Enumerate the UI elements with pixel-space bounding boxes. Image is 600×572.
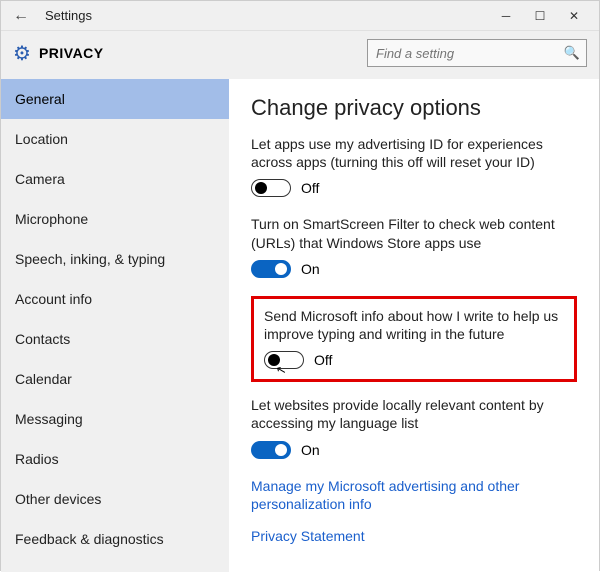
search-icon: 🔍 <box>564 45 580 61</box>
toggle-switch[interactable] <box>251 441 291 459</box>
content-pane: Change privacy options Let apps use my a… <box>229 79 599 572</box>
toggle-switch[interactable] <box>251 179 291 197</box>
highlighted-option: Send Microsoft info about how I write to… <box>251 296 577 382</box>
section-header: ⚙ PRIVACY 🔍 <box>1 31 599 79</box>
link-privacy-statement[interactable]: Privacy Statement <box>251 527 577 545</box>
back-arrow-icon[interactable]: ← <box>9 7 33 25</box>
titlebar: ← Settings ─ ☐ ✕ <box>1 1 599 31</box>
sidebar-item-account-info[interactable]: Account info <box>1 279 229 319</box>
sidebar-item-microphone[interactable]: Microphone <box>1 199 229 239</box>
sidebar-item-camera[interactable]: Camera <box>1 159 229 199</box>
option-description: Send Microsoft info about how I write to… <box>264 307 564 343</box>
sidebar-item-general[interactable]: General <box>1 79 229 119</box>
sidebar-item-radios[interactable]: Radios <box>1 439 229 479</box>
close-button[interactable]: ✕ <box>557 5 591 27</box>
option-description: Let apps use my advertising ID for exper… <box>251 135 577 171</box>
toggle-knob <box>275 263 287 275</box>
privacy-option: Turn on SmartScreen Filter to check web … <box>251 215 577 277</box>
toggle-state-label: On <box>301 442 320 458</box>
search-box[interactable]: 🔍 <box>367 39 587 67</box>
option-description: Let websites provide locally relevant co… <box>251 396 577 432</box>
window-controls: ─ ☐ ✕ <box>489 5 591 27</box>
toggle-switch[interactable] <box>251 260 291 278</box>
sidebar-item-feedback-diagnostics[interactable]: Feedback & diagnostics <box>1 519 229 559</box>
toggle-row: Off <box>264 351 564 369</box>
sidebar: GeneralLocationCameraMicrophoneSpeech, i… <box>1 79 229 572</box>
search-input[interactable] <box>374 45 564 62</box>
sidebar-item-messaging[interactable]: Messaging <box>1 399 229 439</box>
sidebar-item-location[interactable]: Location <box>1 119 229 159</box>
section-title: PRIVACY <box>39 45 104 61</box>
gear-icon: ⚙ <box>13 41 31 66</box>
toggle-state-label: On <box>301 261 320 277</box>
content-heading: Change privacy options <box>251 95 577 121</box>
option-description: Turn on SmartScreen Filter to check web … <box>251 215 577 251</box>
app-title: Settings <box>45 8 92 23</box>
sidebar-item-other-devices[interactable]: Other devices <box>1 479 229 519</box>
maximize-button[interactable]: ☐ <box>523 5 557 27</box>
toggle-knob <box>255 182 267 194</box>
privacy-option: Let websites provide locally relevant co… <box>251 396 577 458</box>
privacy-option: Let apps use my advertising ID for exper… <box>251 135 577 197</box>
sidebar-item-contacts[interactable]: Contacts <box>1 319 229 359</box>
toggle-row: Off <box>251 179 577 197</box>
sidebar-item-speech-inking-typing[interactable]: Speech, inking, & typing <box>1 239 229 279</box>
link-manage-my-microsoft-advertising-and-other-personalization-info[interactable]: Manage my Microsoft advertising and othe… <box>251 477 577 513</box>
sidebar-item-background-apps[interactable]: Background apps <box>1 559 229 572</box>
toggle-row: On <box>251 260 577 278</box>
toggle-knob <box>275 444 287 456</box>
toggle-row: On <box>251 441 577 459</box>
sidebar-item-calendar[interactable]: Calendar <box>1 359 229 399</box>
toggle-state-label: Off <box>314 352 332 368</box>
toggle-state-label: Off <box>301 180 319 196</box>
minimize-button[interactable]: ─ <box>489 5 523 27</box>
